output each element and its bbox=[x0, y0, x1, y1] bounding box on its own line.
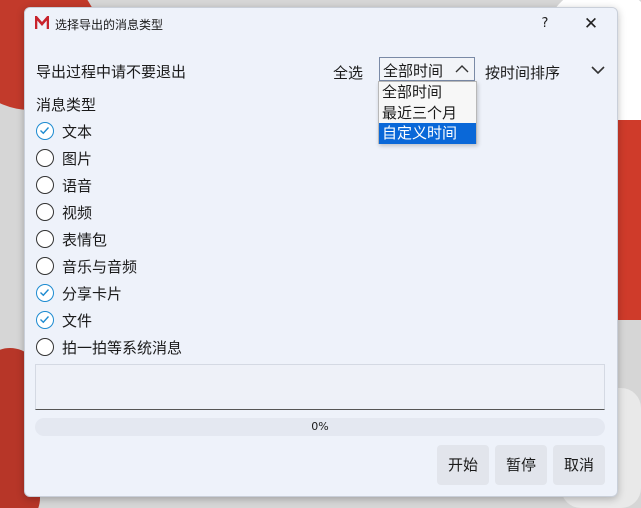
message-type-option[interactable]: 文件 bbox=[36, 310, 92, 330]
dropdown-option[interactable]: 全部时间 bbox=[379, 82, 476, 103]
unchecked-circle-icon[interactable] bbox=[36, 257, 54, 275]
app-logo-icon bbox=[35, 16, 49, 29]
chevron-up-icon bbox=[455, 65, 469, 73]
message-type-label: 文本 bbox=[62, 122, 93, 141]
message-type-label: 音乐与音频 bbox=[62, 257, 138, 276]
message-type-label: 拍一拍等系统消息 bbox=[62, 338, 183, 357]
window-title: 选择导出的消息类型 bbox=[55, 18, 164, 32]
export-dialog: 选择导出的消息类型 ? ✕ 导出过程中请不要退出 全选 全部时间 按时间排序 全… bbox=[24, 7, 618, 497]
message-type-option[interactable]: 文本 bbox=[36, 121, 92, 141]
time-range-value: 全部时间 bbox=[383, 62, 444, 80]
log-output-box bbox=[35, 364, 605, 410]
sort-by-time-label[interactable]: 按时间排序 bbox=[485, 62, 560, 83]
export-notice: 导出过程中请不要退出 bbox=[36, 63, 187, 81]
cancel-button[interactable]: 取消 bbox=[553, 445, 605, 485]
close-button[interactable]: ✕ bbox=[579, 13, 603, 35]
time-range-select[interactable]: 全部时间 bbox=[379, 57, 475, 81]
message-type-option[interactable]: 表情包 bbox=[36, 229, 107, 249]
unchecked-circle-icon[interactable] bbox=[36, 149, 54, 167]
message-type-label: 图片 bbox=[62, 149, 93, 168]
message-type-label: 表情包 bbox=[62, 230, 108, 249]
dropdown-option[interactable]: 最近三个月 bbox=[379, 103, 476, 124]
help-button[interactable]: ? bbox=[533, 13, 557, 35]
checked-circle-icon[interactable] bbox=[36, 284, 54, 302]
progress-bar: 0% bbox=[35, 418, 605, 436]
title-bar: 选择导出的消息类型 ? ✕ bbox=[25, 8, 617, 38]
unchecked-circle-icon[interactable] bbox=[36, 176, 54, 194]
dropdown-option-selected[interactable]: 自定义时间 bbox=[379, 123, 476, 144]
message-type-label: 分享卡片 bbox=[62, 284, 123, 303]
message-type-option[interactable]: 视频 bbox=[36, 202, 92, 222]
checked-circle-icon[interactable] bbox=[36, 311, 54, 329]
checked-circle-icon[interactable] bbox=[36, 122, 54, 140]
progress-text: 0% bbox=[311, 420, 329, 433]
message-type-option[interactable]: 拍一拍等系统消息 bbox=[36, 337, 182, 357]
time-range-dropdown: 全部时间 最近三个月 自定义时间 bbox=[378, 81, 477, 144]
message-type-label: 文件 bbox=[62, 311, 93, 330]
select-all-toggle[interactable]: 全选 bbox=[333, 62, 363, 83]
start-button[interactable]: 开始 bbox=[437, 445, 489, 485]
unchecked-circle-icon[interactable] bbox=[36, 230, 54, 248]
message-type-heading: 消息类型 bbox=[36, 96, 97, 114]
message-type-option[interactable]: 语音 bbox=[36, 175, 92, 195]
message-type-label: 视频 bbox=[62, 203, 93, 222]
unchecked-circle-icon[interactable] bbox=[36, 203, 54, 221]
message-type-label: 语音 bbox=[62, 176, 93, 195]
unchecked-circle-icon[interactable] bbox=[36, 338, 54, 356]
message-type-option[interactable]: 分享卡片 bbox=[36, 283, 122, 303]
pause-button[interactable]: 暂停 bbox=[495, 445, 547, 485]
chevron-down-icon[interactable] bbox=[591, 64, 605, 76]
message-type-option[interactable]: 音乐与音频 bbox=[36, 256, 137, 276]
message-type-option[interactable]: 图片 bbox=[36, 148, 92, 168]
